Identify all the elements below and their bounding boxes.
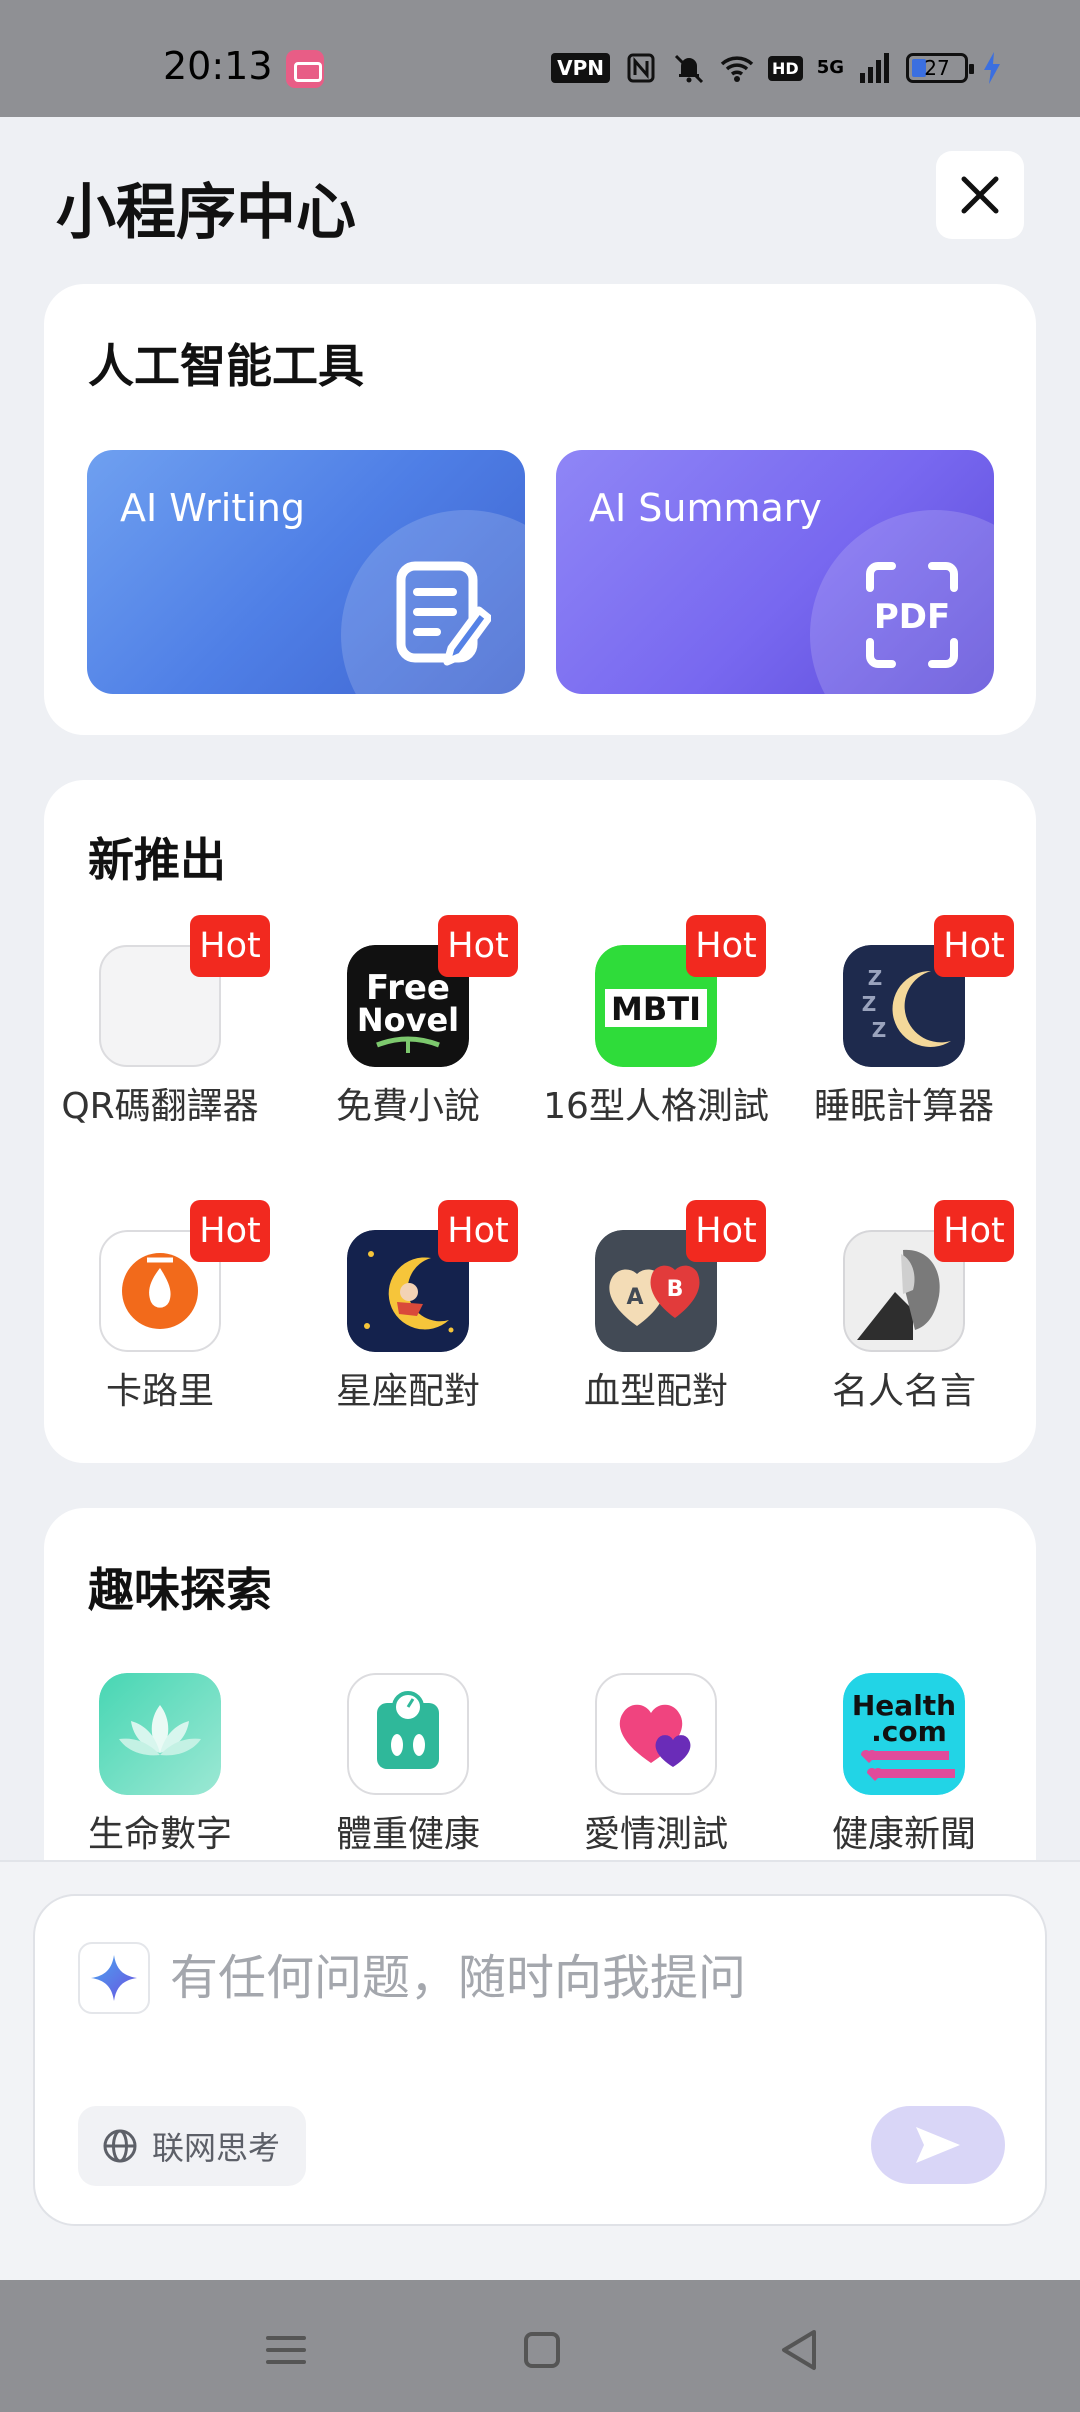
battery-level: 27 xyxy=(924,56,950,80)
chat-input[interactable] xyxy=(170,1942,970,2014)
icon-text: Novel xyxy=(357,1001,459,1039)
app-love-test[interactable]: 愛情測試 xyxy=(541,1673,771,1873)
app-label: 愛情測試 xyxy=(583,1814,728,1855)
hd-icon: HD xyxy=(768,55,803,81)
notification-app-icon xyxy=(286,50,324,88)
page-title: 小程序中心 xyxy=(56,178,356,248)
back-icon[interactable] xyxy=(770,2320,830,2380)
svg-text:Z: Z xyxy=(868,966,883,990)
charging-icon xyxy=(984,52,1000,84)
icon-text: B xyxy=(667,1277,684,1302)
app-life-number[interactable]: 生命數字 xyxy=(45,1673,275,1873)
love-hearts-icon xyxy=(595,1673,717,1795)
hot-badge: Hot xyxy=(190,1200,270,1262)
pdf-icon: PDF xyxy=(866,562,958,668)
edit-document-icon xyxy=(396,561,491,666)
ai-writing-tile[interactable]: AI Writing xyxy=(87,450,525,694)
app-label: 健康新聞 xyxy=(831,1814,976,1855)
hot-badge: Hot xyxy=(190,915,270,977)
ai-tools-card: 人工智能工具 AI Writing AI Summary PDF xyxy=(44,284,1036,735)
fun-explore-title: 趣味探索 xyxy=(88,1563,272,1617)
app-label: 生命數字 xyxy=(87,1814,232,1855)
app-label: 卡路里 xyxy=(105,1371,214,1412)
app-qr-translator[interactable]: Hot QR碼翻譯器 xyxy=(45,915,275,1195)
network-type: 5G xyxy=(816,57,844,78)
app-label: 星座配對 xyxy=(335,1371,480,1412)
home-icon[interactable] xyxy=(512,2320,572,2380)
icon-text: .com xyxy=(871,1715,947,1748)
send-button[interactable] xyxy=(871,2106,1005,2184)
status-time: 20:13 xyxy=(163,44,273,88)
app-zodiac-match[interactable]: Hot 星座配對 xyxy=(293,1200,523,1430)
web-think-label: 联网思考 xyxy=(152,2129,281,2167)
globe-icon xyxy=(103,2129,137,2163)
ai-summary-tile[interactable]: AI Summary PDF xyxy=(556,450,994,694)
app-label: 16型人格測試 xyxy=(543,1086,769,1127)
menu-icon[interactable] xyxy=(256,2320,316,2380)
chat-panel: 联网思考 xyxy=(0,1860,1080,2280)
hot-badge: Hot xyxy=(438,915,518,977)
system-nav-bar xyxy=(0,2280,1080,2412)
svg-text:PDF: PDF xyxy=(874,597,950,637)
hot-badge: Hot xyxy=(686,1200,766,1262)
new-release-card: 新推出 Hot QR碼翻譯器 Free Novel Hot 免費小說 MBTI xyxy=(44,780,1036,1463)
app-calorie[interactable]: Hot 卡路里 xyxy=(45,1200,275,1430)
chat-input-box: 联网思考 xyxy=(33,1894,1047,2226)
health-news-icon: Health .com xyxy=(843,1673,965,1795)
hot-badge: Hot xyxy=(438,1200,518,1262)
app-label: 體重健康 xyxy=(335,1814,480,1855)
battery-icon: 27 xyxy=(906,53,974,83)
hot-badge: Hot xyxy=(934,915,1014,977)
ai-sparkle-icon xyxy=(78,1942,150,2014)
new-release-title: 新推出 xyxy=(88,833,226,887)
app-famous-quotes[interactable]: Hot 名人名言 xyxy=(789,1200,1019,1430)
app-label: 睡眠計算器 xyxy=(813,1086,994,1127)
hot-badge: Hot xyxy=(686,915,766,977)
app-blood-type-match[interactable]: A B Hot 血型配對 xyxy=(541,1200,771,1430)
close-button[interactable] xyxy=(936,151,1024,239)
hot-badge: Hot xyxy=(934,1200,1014,1262)
ai-summary-label: AI Summary xyxy=(589,486,822,530)
ai-tools-title: 人工智能工具 xyxy=(88,339,364,393)
app-free-novel[interactable]: Free Novel Hot 免費小說 xyxy=(293,915,523,1195)
mute-bell-icon xyxy=(674,54,704,84)
status-icons: VPN HD 5G 27 xyxy=(551,48,1002,88)
weight-scale-icon xyxy=(347,1673,469,1795)
ai-writing-label: AI Writing xyxy=(120,486,305,530)
signal-icon xyxy=(860,53,889,83)
send-icon xyxy=(916,2127,960,2163)
close-icon xyxy=(961,176,999,214)
app-health-news[interactable]: Health .com 健康新聞 xyxy=(789,1673,1019,1873)
app-weight-health[interactable]: 體重健康 xyxy=(293,1673,523,1873)
icon-text: A xyxy=(626,1285,643,1310)
vpn-icon: VPN xyxy=(551,53,611,83)
web-think-toggle[interactable]: 联网思考 xyxy=(78,2106,307,2186)
svg-text:Z: Z xyxy=(872,1018,887,1042)
app-label: 血型配對 xyxy=(583,1371,728,1412)
wifi-icon xyxy=(720,56,754,82)
nfc-icon xyxy=(627,53,655,83)
app-label: 免費小說 xyxy=(335,1086,480,1127)
icon-text: MBTI xyxy=(611,990,701,1028)
app-label: QR碼翻譯器 xyxy=(61,1086,259,1127)
status-bar: 20:13 VPN HD 5G 27 xyxy=(0,0,1080,117)
lotus-icon xyxy=(99,1673,221,1795)
app-label: 名人名言 xyxy=(831,1371,976,1412)
app-sleep-calculator[interactable]: Z Z Z Hot 睡眠計算器 xyxy=(789,915,1019,1195)
svg-text:Z: Z xyxy=(862,992,877,1016)
app-mbti-test[interactable]: MBTI Hot 16型人格測試 xyxy=(541,915,771,1195)
